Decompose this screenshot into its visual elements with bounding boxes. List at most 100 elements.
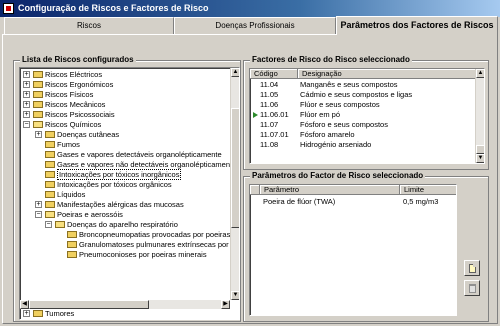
tree-item[interactable]: Doenças cutâneas xyxy=(57,130,119,139)
folder-icon xyxy=(45,180,55,188)
expand-icon[interactable]: + xyxy=(23,310,30,317)
expand-icon[interactable]: + xyxy=(23,111,30,118)
folder-icon xyxy=(33,100,43,108)
params-list[interactable]: Parâmetro Limite Poeira de flúor (TWA) 0,… xyxy=(249,184,457,316)
factor-row[interactable]: 11.04 Manganês e seus compostos xyxy=(260,80,398,90)
tree-item[interactable]: Riscos Eléctricos xyxy=(45,70,102,79)
factor-desc: Fósforo amarelo xyxy=(300,130,355,139)
expand-icon[interactable]: + xyxy=(23,71,30,78)
param-name: Poeira de flúor (TWA) xyxy=(263,197,336,206)
tree-item[interactable]: Riscos Psicossociais xyxy=(45,110,115,119)
open-folder-icon xyxy=(33,120,43,128)
scroll-left-arrow-icon[interactable]: ◀ xyxy=(20,300,29,309)
factor-row[interactable]: 11.08 Hidrogénio arseniado xyxy=(260,140,371,150)
delete-parameter-button[interactable] xyxy=(464,280,480,296)
expand-icon[interactable]: + xyxy=(23,81,30,88)
folder-icon xyxy=(45,190,55,198)
app-icon xyxy=(3,3,14,14)
param-row[interactable]: Poeira de flúor (TWA) 0,5 mg/m3 xyxy=(263,197,438,207)
folder-icon xyxy=(33,70,43,78)
factor-desc: Manganês e seus compostos xyxy=(300,80,398,89)
tree-item[interactable]: Poeiras e aerossóis xyxy=(57,210,123,219)
scroll-down-arrow-icon[interactable]: ▼ xyxy=(231,291,239,300)
tab-parametros-factores[interactable]: Parâmetros dos Factores de Riscos xyxy=(336,16,498,35)
tree-item[interactable]: Líquidos xyxy=(57,190,85,199)
factor-row[interactable]: 11.06 Flúor e seus compostos xyxy=(260,100,380,110)
collapse-icon[interactable]: − xyxy=(35,211,42,218)
scroll-up-arrow-icon[interactable]: ▲ xyxy=(476,69,484,78)
new-document-icon xyxy=(469,264,476,273)
collapse-icon[interactable]: − xyxy=(45,221,52,228)
expand-icon[interactable]: + xyxy=(35,201,42,208)
factor-code: 11.07 xyxy=(260,120,279,129)
col-header-designation[interactable]: Designação xyxy=(298,69,476,79)
tree-item[interactable]: Doenças do aparelho respiratório xyxy=(67,220,178,229)
window-title: Configuração de Riscos e Factores de Ris… xyxy=(18,3,209,13)
tab-doencas-profissionais[interactable]: Doenças Profissionais xyxy=(174,17,336,34)
expand-icon[interactable]: + xyxy=(35,131,42,138)
window-title-bar: Configuração de Riscos e Factores de Ris… xyxy=(0,0,500,17)
scroll-thumb[interactable] xyxy=(231,108,239,228)
scroll-thumb[interactable] xyxy=(476,145,484,154)
factor-code: 11.06 xyxy=(260,100,279,109)
tab-panel: Lista de Riscos configurados + Riscos Elé… xyxy=(2,34,498,324)
hscroll-thumb[interactable] xyxy=(29,300,149,309)
tree-item-selected[interactable]: Intoxicações por tóxicos inorgânicos xyxy=(57,169,182,180)
scroll-right-arrow-icon[interactable]: ▶ xyxy=(221,300,230,309)
scroll-down-arrow-icon[interactable]: ▼ xyxy=(476,154,484,163)
scroll-up-arrow-icon[interactable]: ▲ xyxy=(231,68,239,77)
factor-row[interactable]: 11.05 Cádmio e seus compostos e ligas xyxy=(260,90,412,100)
factor-row[interactable]: 11.07 Fósforo e seus compostos xyxy=(260,120,388,130)
factor-code: 11.07.01 xyxy=(260,130,289,139)
folder-icon xyxy=(33,110,43,118)
factor-code: 11.04 xyxy=(260,80,279,89)
factors-vscrollbar[interactable]: ▲ ▼ xyxy=(475,69,484,163)
folder-icon xyxy=(45,200,55,208)
factors-title: Factores de Risco do Risco seleccionado xyxy=(250,55,412,64)
tree-item[interactable]: Manifestações alérgicas das mucosas xyxy=(57,200,184,209)
tree-item[interactable]: Intoxicações por tóxicos orgânicos xyxy=(57,180,172,189)
risk-tree[interactable]: + Riscos Eléctricos + Riscos Ergonómicos +… xyxy=(19,67,240,320)
factor-row[interactable]: 11.07.01 Fósforo amarelo xyxy=(260,130,355,140)
factor-desc: Hidrogénio arseniado xyxy=(300,140,372,149)
tree-item[interactable]: Gases e vapores detectáveis organoléptic… xyxy=(57,150,222,159)
expand-icon[interactable]: + xyxy=(23,101,30,108)
tree-item[interactable]: Granulomatoses pulmunares extrínsecas po… xyxy=(79,240,229,249)
tree-item[interactable]: Gases e vapores não detectáveis organolé… xyxy=(57,160,236,169)
folder-icon xyxy=(45,150,55,158)
tab-riscos[interactable]: Riscos xyxy=(4,17,174,34)
factor-desc: Cádmio e seus compostos e ligas xyxy=(300,90,413,99)
tree-item[interactable]: Broncopneumopatias provocadas por poeira… xyxy=(79,230,230,239)
folder-icon xyxy=(67,250,77,258)
folder-icon xyxy=(33,309,43,317)
tree-item[interactable]: Pneumoconioses por poeiras minerais xyxy=(79,250,207,259)
tree-item[interactable]: Fumos xyxy=(57,140,80,149)
tree-item[interactable]: Riscos Físicos xyxy=(45,90,93,99)
col-header-indicator xyxy=(250,185,260,195)
tree-item[interactable]: Riscos Mecânicos xyxy=(45,100,105,109)
tree-item[interactable]: Riscos Químicos xyxy=(45,120,101,129)
col-header-parameter[interactable]: Parâmetro xyxy=(260,185,400,195)
risk-tree-hscrollbar[interactable]: ◀ ▶ xyxy=(20,300,230,309)
tree-item[interactable]: Riscos Ergonómicos xyxy=(45,80,113,89)
folder-icon xyxy=(45,170,55,178)
trash-icon xyxy=(469,284,476,293)
folder-icon xyxy=(33,80,43,88)
current-row-arrow-icon xyxy=(253,112,258,118)
collapse-icon[interactable]: − xyxy=(23,121,30,128)
new-parameter-button[interactable] xyxy=(464,260,480,276)
tree-item[interactable]: Tumores xyxy=(45,309,74,318)
factor-code: 11.08 xyxy=(260,140,279,149)
factor-desc: Flúor em pó xyxy=(300,110,341,119)
factor-desc: Fósforo e seus compostos xyxy=(300,120,388,129)
risk-tree-vscrollbar[interactable]: ▲ ▼ xyxy=(230,68,239,300)
col-header-limit[interactable]: Limite xyxy=(400,185,456,195)
factor-row-current[interactable]: 11.06.01 Flúor em pó xyxy=(260,110,340,120)
col-header-code[interactable]: Código xyxy=(250,69,298,79)
expand-icon[interactable]: + xyxy=(23,91,30,98)
factor-code: 11.06.01 xyxy=(260,110,289,119)
risk-list-title: Lista de Riscos configurados xyxy=(20,55,136,64)
factors-list[interactable]: Código Designação 11.04 Manganês e seus c… xyxy=(249,68,485,164)
open-folder-icon xyxy=(55,220,65,228)
params-title: Parâmetros do Factor de Risco selecciona… xyxy=(250,171,426,180)
